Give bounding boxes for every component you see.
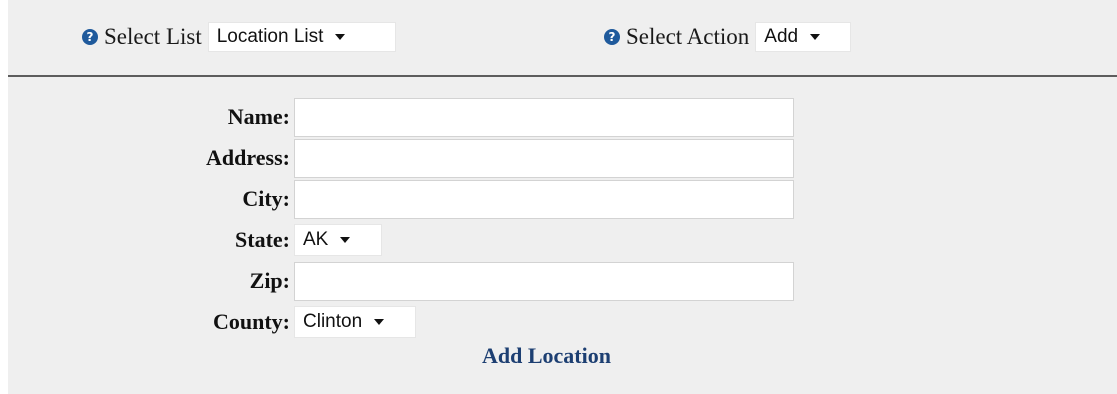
county-value: Clinton	[303, 311, 363, 332]
chevron-down-icon	[810, 34, 821, 40]
toolbar: ? Select List Location List ? Select Act…	[8, 0, 1117, 75]
county-select[interactable]: Clinton	[294, 306, 416, 338]
location-panel: ? Select List Location List ? Select Act…	[8, 0, 1117, 394]
toolbar-divider	[8, 75, 1117, 77]
city-label: City:	[242, 186, 290, 211]
select-action-dropdown[interactable]: Add	[755, 22, 852, 52]
state-label: State:	[235, 227, 290, 252]
chevron-down-icon	[335, 34, 346, 40]
zip-label: Zip:	[249, 268, 290, 293]
select-action-group: ? Select Action Add	[604, 20, 852, 54]
add-location-link[interactable]: Add Location	[482, 343, 611, 369]
select-list-label: Select List	[104, 24, 202, 49]
select-action-label: Select Action	[626, 24, 750, 49]
address-label: Address:	[206, 145, 290, 170]
help-icon[interactable]: ?	[82, 29, 98, 45]
city-input[interactable]	[294, 180, 794, 219]
state-select[interactable]: AK	[294, 224, 382, 256]
select-list-dropdown[interactable]: Location List	[207, 22, 396, 52]
zip-input[interactable]	[294, 262, 794, 301]
county-label: County:	[212, 309, 290, 334]
select-list-value: Location List	[216, 26, 324, 47]
chevron-down-icon	[374, 319, 385, 325]
help-icon[interactable]: ?	[604, 29, 620, 45]
name-label: Name:	[227, 104, 290, 129]
select-action-value: Add	[764, 26, 799, 47]
address-input[interactable]	[294, 139, 794, 178]
chevron-down-icon	[340, 237, 351, 243]
state-value: AK	[303, 229, 329, 250]
select-list-group: ? Select List Location List	[82, 20, 396, 54]
name-input[interactable]	[294, 98, 794, 137]
